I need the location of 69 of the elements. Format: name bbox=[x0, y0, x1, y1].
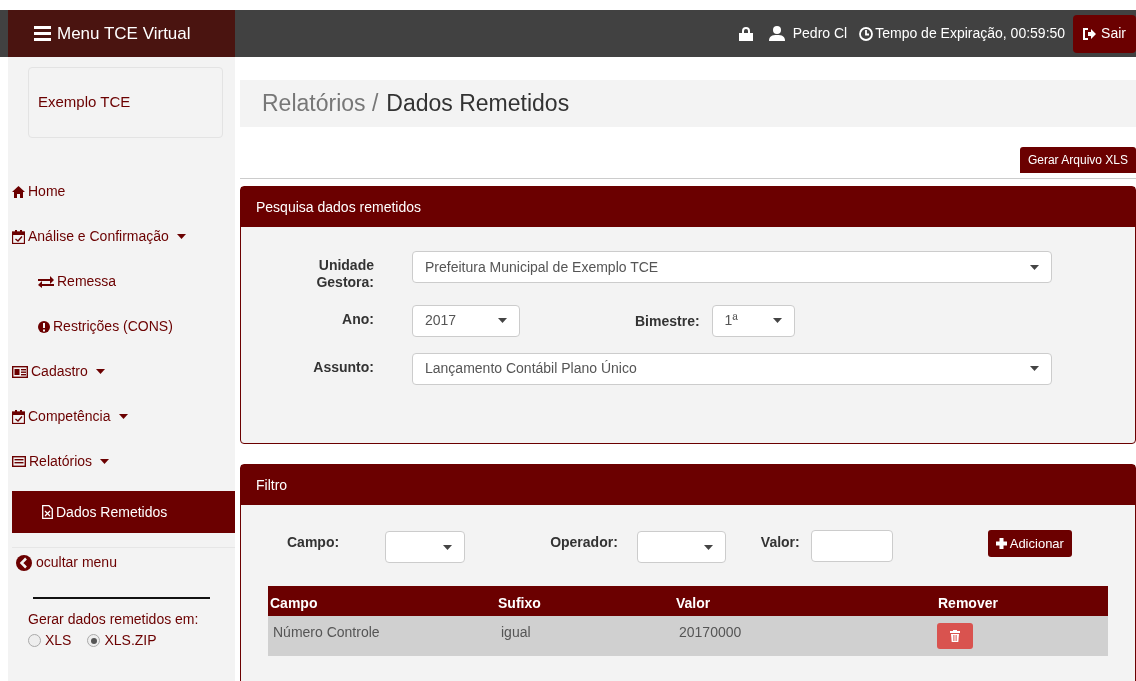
column-header: Remover bbox=[936, 586, 1108, 616]
export-format-label: Gerar dados remetidos em: bbox=[27, 610, 200, 629]
breadcrumb-link[interactable]: Relatórios / bbox=[262, 86, 379, 121]
logout-icon bbox=[1083, 27, 1097, 40]
radio-option[interactable]: XLS bbox=[28, 630, 72, 651]
sidebar-item[interactable]: Relatórios bbox=[8, 446, 235, 491]
page-title: Dados Remetidos bbox=[386, 89, 570, 119]
panel-header: Filtro bbox=[241, 465, 1135, 505]
list-icon bbox=[12, 456, 26, 467]
menu-icon bbox=[34, 26, 51, 41]
field-label: Assunto: bbox=[312, 357, 374, 376]
plus-icon bbox=[995, 538, 1007, 549]
field-label: Valor: bbox=[760, 533, 800, 552]
sidebar-item[interactable]: Cadastro bbox=[8, 356, 235, 401]
select-field[interactable]: Lançamento Contábil Plano Único bbox=[412, 352, 1052, 385]
alert-icon bbox=[38, 320, 50, 333]
add-button[interactable]: Adicionar bbox=[987, 530, 1072, 557]
field-label: Bimestre: bbox=[635, 311, 700, 331]
sidebar-item[interactable]: Home bbox=[8, 176, 235, 221]
sidebar-item[interactable]: Remessa bbox=[8, 266, 235, 311]
generate-xls-button[interactable]: Gerar Arquivo XLS bbox=[1019, 147, 1136, 173]
select-field[interactable]: Prefeitura Municipal de Exemplo TCE bbox=[412, 251, 1052, 283]
table-cell: igual bbox=[496, 616, 674, 656]
sidebar-item[interactable]: Dados Remetidos bbox=[12, 491, 235, 533]
file-icon bbox=[42, 505, 53, 519]
sidebar-item[interactable]: Competência bbox=[8, 401, 235, 446]
session-expiration: Tempo de Expiração, 00:59:50 bbox=[875, 24, 1066, 43]
chevron-left-icon bbox=[16, 554, 32, 571]
select-field[interactable] bbox=[636, 531, 726, 563]
panel-header: Pesquisa dados remetidos bbox=[241, 187, 1135, 227]
table-cell: Número Controle bbox=[268, 616, 496, 656]
exchange-icon bbox=[38, 275, 54, 288]
caret-icon bbox=[1030, 264, 1039, 270]
user-icon bbox=[768, 26, 785, 41]
select-field[interactable]: 1ª bbox=[711, 304, 795, 337]
select-field[interactable] bbox=[385, 531, 466, 563]
hide-menu-link[interactable]: ocultar menu bbox=[12, 547, 235, 577]
radio-button[interactable] bbox=[87, 634, 101, 647]
radio-button[interactable] bbox=[28, 634, 41, 647]
calendar-icon bbox=[12, 229, 25, 244]
calendar-icon bbox=[12, 409, 25, 424]
trash-icon bbox=[950, 630, 960, 642]
radio-option[interactable]: XLS.ZIP bbox=[87, 630, 157, 651]
id-card-icon bbox=[12, 365, 28, 378]
logout-button[interactable]: Sair bbox=[1073, 14, 1136, 53]
field-label: Unidade Gestora: bbox=[315, 256, 374, 291]
caret-icon bbox=[443, 544, 453, 550]
select-field[interactable]: 2017 bbox=[412, 304, 520, 337]
column-header: Sufixo bbox=[496, 586, 674, 616]
sidebar-item[interactable]: Restrições (CONS) bbox=[8, 311, 235, 356]
field-label: Campo: bbox=[287, 533, 340, 552]
caret-icon bbox=[498, 318, 507, 324]
delete-button[interactable] bbox=[937, 623, 973, 649]
clock-icon bbox=[859, 26, 874, 41]
user-name: Pedro Cl bbox=[792, 24, 848, 43]
table-cell: 20170000 bbox=[674, 616, 936, 656]
home-icon bbox=[12, 185, 25, 198]
caret-icon bbox=[1030, 366, 1039, 372]
column-header: Valor bbox=[674, 586, 936, 616]
caret-icon bbox=[772, 318, 782, 324]
caret-icon bbox=[703, 544, 713, 550]
column-header: Campo bbox=[268, 586, 496, 616]
field-label: Ano: bbox=[341, 309, 374, 328]
value-input[interactable] bbox=[810, 530, 893, 562]
sidebar-item[interactable]: Análise e Confirmação bbox=[8, 221, 235, 266]
organization-name: Exemplo TCE bbox=[28, 67, 223, 138]
lock-icon bbox=[738, 26, 753, 41]
field-label: Operador: bbox=[550, 533, 618, 552]
menu-button[interactable]: Menu TCE Virtual bbox=[8, 10, 235, 57]
